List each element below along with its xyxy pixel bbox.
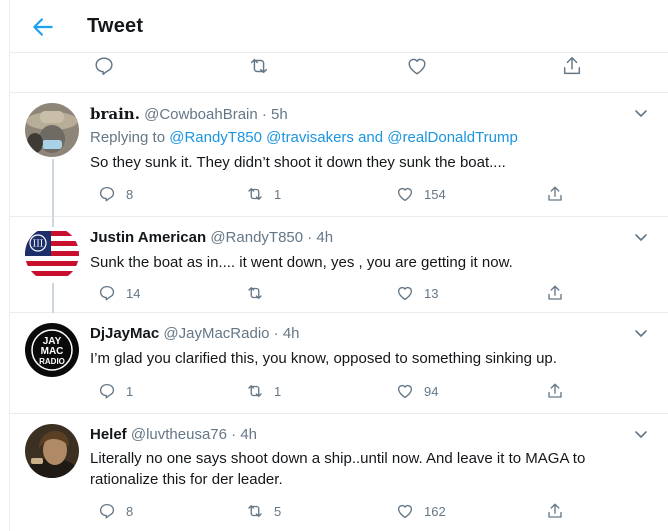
caret-down-icon[interactable] [633, 325, 649, 341]
like-icon[interactable] [406, 55, 428, 77]
tweet-text: I’m glad you clarified this, you know, o… [90, 350, 557, 367]
share-icon [548, 285, 562, 300]
retweet-button[interactable]: 1 [246, 184, 281, 204]
retweet-icon [248, 287, 262, 299]
replying-prefix: Replying to [90, 129, 166, 146]
share-button[interactable] [546, 283, 574, 303]
tweet-actions: 8 1 154 [90, 184, 570, 204]
reply-button[interactable]: 8 [98, 184, 133, 204]
like-icon [397, 504, 413, 519]
display-name[interactable]: 𝐛𝐫𝐚𝐢𝐧. [90, 105, 140, 123]
retweet-count: 5 [274, 503, 282, 519]
tweet-page: Tweet 𝐛𝐫𝐚𝐢𝐧. @CowboahBrain · 5h Replying… [9, 0, 668, 531]
like-button[interactable]: 13 [396, 283, 438, 303]
mention-and: and [358, 129, 384, 146]
share-button[interactable] [546, 381, 574, 401]
reply-icon [99, 503, 115, 519]
retweet-button[interactable]: 5 [246, 501, 281, 521]
tweet-text: Sunk the boat as in.... it went down, ye… [90, 254, 513, 271]
tweet-actions: 8 5 162 [90, 501, 570, 521]
like-count: 162 [424, 503, 446, 519]
reply-icon [99, 186, 115, 202]
display-name[interactable]: DjJayMac [90, 325, 159, 342]
reply-count: 8 [126, 503, 134, 519]
retweet-button[interactable] [246, 283, 274, 303]
reply-tweet[interactable]: JAY MAC RADIO DjJayMac @JayMacRadio · 4h… [10, 313, 668, 414]
avatar[interactable] [25, 424, 79, 478]
caret-down-icon[interactable] [633, 105, 649, 121]
like-count: 154 [424, 186, 446, 202]
tweet-text: Literally no one says shoot down a ship.… [90, 450, 586, 488]
svg-text:RADIO: RADIO [39, 357, 65, 366]
reply-icon[interactable] [93, 55, 115, 77]
like-button[interactable]: 154 [396, 184, 446, 204]
like-icon [397, 286, 413, 301]
reply-tweet[interactable]: 𝐛𝐫𝐚𝐢𝐧. @CowboahBrain · 5h Replying to @R… [10, 93, 668, 217]
like-count: 94 [424, 383, 439, 399]
mention-link[interactable]: @realDonaldTrump [387, 129, 518, 146]
reply-icon [99, 383, 115, 399]
mention-link[interactable]: @travisakers [266, 129, 354, 146]
tweet-actions: 14 13 [90, 283, 570, 303]
caret-down-icon[interactable] [633, 426, 649, 442]
share-icon [548, 503, 562, 518]
retweet-count: 1 [274, 186, 282, 202]
display-name[interactable]: Justin American [90, 229, 206, 246]
handle-time[interactable]: @CowboahBrain · 5h [144, 106, 288, 123]
avatar[interactable]: JAY MAC RADIO [25, 323, 79, 377]
mention-link[interactable]: @RandyT850 [169, 129, 262, 146]
caret-down-icon[interactable] [633, 229, 649, 245]
thread-line [52, 283, 54, 313]
reply-button[interactable]: 1 [98, 381, 133, 401]
replying-to: Replying to @RandyT850 @travisakers and … [90, 129, 518, 146]
retweet-button[interactable]: 1 [246, 381, 281, 401]
svg-text:MAC: MAC [41, 346, 64, 357]
retweet-icon[interactable] [248, 55, 270, 77]
reply-count: 14 [126, 285, 141, 301]
thread-line [52, 217, 54, 227]
like-button[interactable]: 162 [396, 501, 446, 521]
like-count: 13 [424, 285, 439, 301]
reply-icon [99, 285, 115, 301]
top-bar: Tweet [10, 0, 668, 53]
share-icon[interactable] [561, 55, 583, 77]
share-icon [548, 186, 562, 201]
handle-time[interactable]: @luvtheusa76 · 4h [131, 426, 257, 443]
reply-button[interactable]: 8 [98, 501, 133, 521]
svg-text:III: III [33, 240, 44, 250]
share-icon [548, 383, 562, 398]
share-button[interactable] [546, 184, 574, 204]
back-arrow-icon[interactable] [30, 14, 56, 40]
like-button[interactable]: 94 [396, 381, 438, 401]
display-name[interactable]: Helef [90, 426, 127, 443]
share-button[interactable] [546, 501, 574, 521]
avatar[interactable]: III [25, 227, 79, 281]
reply-tweet[interactable]: Helef @luvtheusa76 · 4h Literally no one… [10, 414, 668, 531]
tweet-text: So they sunk it. They didn’t shoot it do… [90, 154, 506, 171]
tweet-actions: 1 1 94 [90, 381, 570, 401]
main-tweet-actions [10, 53, 668, 93]
retweet-icon [248, 188, 262, 200]
page-title: Tweet [87, 15, 144, 37]
retweet-icon [248, 385, 262, 397]
reply-button[interactable]: 14 [98, 283, 140, 303]
avatar[interactable] [25, 103, 79, 157]
like-icon [397, 384, 413, 399]
reply-count: 1 [126, 383, 134, 399]
handle-time[interactable]: @JayMacRadio · 4h [163, 325, 299, 342]
reply-tweet[interactable]: III Justin American @RandyT850 · 4h Sunk… [10, 217, 668, 313]
retweet-icon [248, 505, 262, 517]
thread-line [52, 159, 54, 217]
handle-time[interactable]: @RandyT850 · 4h [210, 229, 333, 246]
like-icon [397, 187, 413, 202]
retweet-count: 1 [274, 383, 282, 399]
reply-count: 8 [126, 186, 134, 202]
